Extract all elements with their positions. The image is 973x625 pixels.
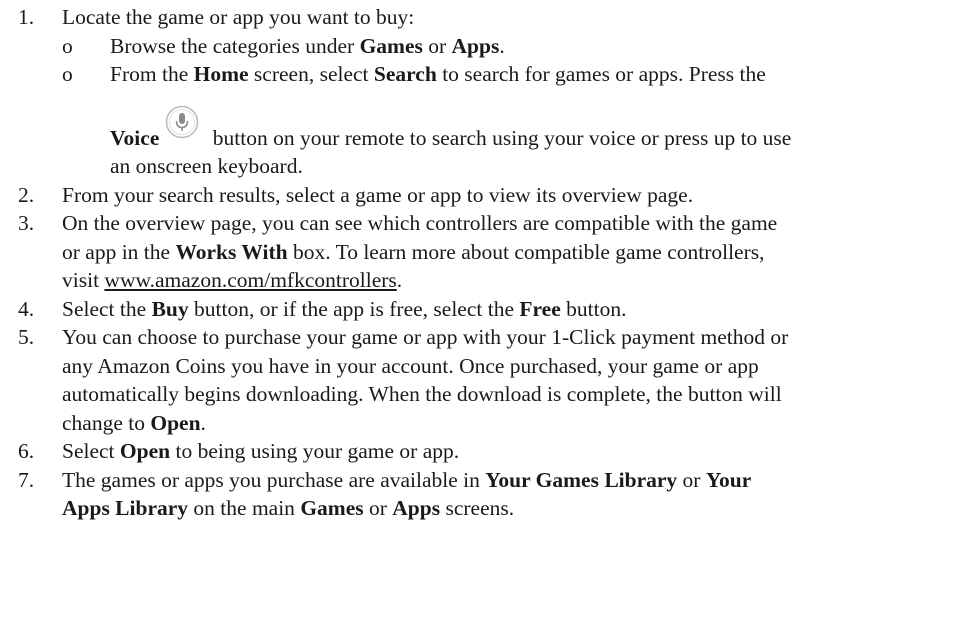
instruction-list: 1. Locate the game or app you want to bu… xyxy=(0,3,973,523)
text: On the overview page, you can see which … xyxy=(62,211,778,235)
microphone-icon xyxy=(165,105,199,139)
text: screens. xyxy=(440,496,515,520)
games-term: Games xyxy=(300,496,364,520)
step-number: 7. xyxy=(18,467,35,492)
text: on the main xyxy=(188,496,301,520)
sub-item-search: o From the Home screen, select Search to… xyxy=(62,60,973,181)
voice-term: Voice xyxy=(110,125,160,150)
step-2: 2. From your search results, select a ga… xyxy=(0,181,973,210)
voice-line: Voice button on your remote to search us… xyxy=(110,105,973,153)
home-term: Home xyxy=(193,62,249,86)
step-number: 1. xyxy=(18,5,35,29)
your-games-library-term: Your Games Library xyxy=(485,467,678,492)
games-term: Games xyxy=(359,33,423,58)
step-4: 4. Select the Buy button, or if the app … xyxy=(0,295,973,324)
free-term: Free xyxy=(519,296,561,321)
sub-list: o Browse the categories under Games or A… xyxy=(62,32,973,181)
text: or xyxy=(677,467,706,492)
apps-library-term: Apps Library xyxy=(62,496,189,520)
text: visit xyxy=(62,268,105,292)
step-number: 6. xyxy=(18,439,35,463)
text: automatically begins downloading. When t… xyxy=(62,382,782,406)
step-3: 3. On the overview page, you can see whi… xyxy=(0,209,973,295)
text: . xyxy=(396,268,403,292)
text: change to xyxy=(62,410,151,435)
document-page: 1. Locate the game or app you want to bu… xyxy=(0,0,973,625)
text: to being using your game or app. xyxy=(170,439,460,463)
text: The games or apps you purchase are avail… xyxy=(62,467,486,492)
text: Browse the categories under xyxy=(110,33,360,58)
apps-term: Apps xyxy=(451,33,500,58)
text: . xyxy=(499,33,505,58)
step-number: 5. xyxy=(18,325,35,349)
text: You can choose to purchase your game or … xyxy=(62,325,789,349)
step-5: 5. You can choose to purchase your game … xyxy=(0,323,973,437)
step-1: 1. Locate the game or app you want to bu… xyxy=(0,3,973,181)
step-text: Locate the game or app you want to buy: xyxy=(62,5,415,29)
step-text: From your search results, select a game … xyxy=(62,182,694,207)
text: to search for games or apps. Press the xyxy=(436,62,766,86)
open-term: Open xyxy=(150,410,201,435)
text: an onscreen keyboard. xyxy=(110,154,303,178)
open-term: Open xyxy=(119,439,171,463)
step-number: 3. xyxy=(18,211,35,235)
text: Select xyxy=(62,439,120,463)
text: button. xyxy=(560,296,627,321)
step-number: 4. xyxy=(18,296,35,321)
step-number: 2. xyxy=(18,182,35,207)
text: From the xyxy=(110,62,194,86)
your-term: Your xyxy=(705,467,752,492)
text: any Amazon Coins you have in your accoun… xyxy=(62,353,759,378)
bullet: o xyxy=(62,62,73,86)
text: button, or if the app is free, select th… xyxy=(188,296,520,321)
text: box. To learn more about compatible game… xyxy=(287,239,765,264)
search-term: Search xyxy=(373,62,437,86)
apps-term: Apps xyxy=(392,496,441,520)
step-6: 6. Select Open to being using your game … xyxy=(0,437,973,466)
text: button on your remote to search using yo… xyxy=(207,125,792,150)
text: Select the xyxy=(62,296,152,321)
sub-item-browse: o Browse the categories under Games or A… xyxy=(62,32,973,61)
text: . xyxy=(200,410,206,435)
step-7: 7. The games or apps you purchase are av… xyxy=(0,466,973,523)
text: or app in the xyxy=(62,239,176,264)
text: screen, select xyxy=(248,62,374,86)
mfk-controllers-link[interactable]: www.amazon.com/mfkcontrollers xyxy=(104,268,396,292)
buy-term: Buy xyxy=(151,296,189,321)
works-with-term: Works With xyxy=(175,239,288,264)
text: or xyxy=(363,496,393,520)
text: or xyxy=(422,33,452,58)
bullet: o xyxy=(62,33,73,58)
